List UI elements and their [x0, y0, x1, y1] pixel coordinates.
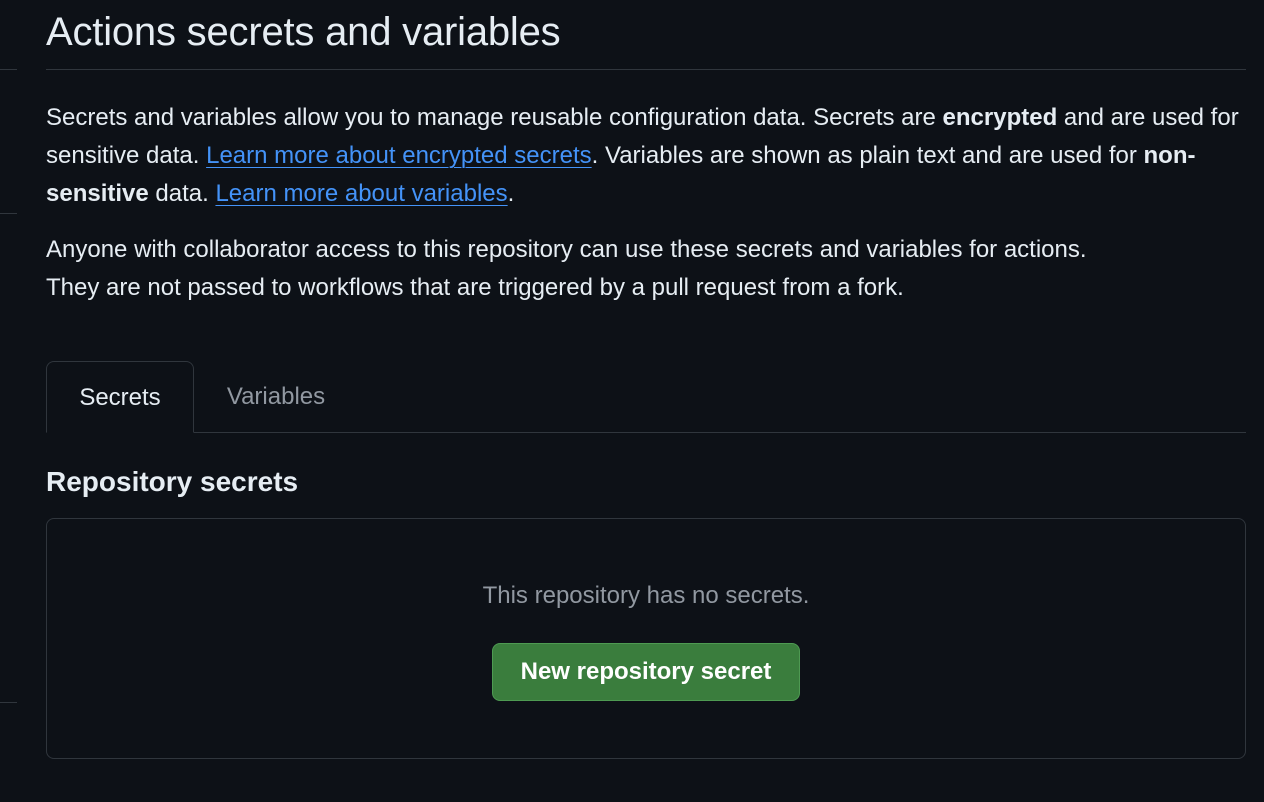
secrets-empty-state: This repository has no secrets. New repo…	[46, 518, 1246, 759]
sidebar-divider	[0, 702, 17, 703]
intro-text: data.	[148, 180, 216, 207]
sidebar-divider	[0, 69, 17, 70]
intro-text: Secrets and variables allow you to manag…	[46, 104, 943, 131]
tab-variables[interactable]: Variables	[194, 361, 358, 432]
repository-secrets-heading: Repository secrets	[46, 466, 299, 497]
note-line: They are not passed to workflows that ar…	[46, 274, 904, 301]
new-repository-secret-button[interactable]: New repository secret	[492, 643, 800, 701]
learn-more-variables-link[interactable]: Learn more about variables	[215, 180, 507, 207]
page-title: Actions secrets and variables	[46, 0, 1246, 70]
tab-secrets[interactable]: Secrets	[46, 361, 194, 433]
intro-text: .	[507, 180, 515, 207]
intro-description: Secrets and variables allow you to manag…	[46, 99, 1246, 213]
note-line: Anyone with collaborator access to this …	[46, 236, 1087, 263]
empty-state-message: This repository has no secrets.	[482, 582, 810, 609]
learn-more-secrets-link[interactable]: Learn more about encrypted secrets	[206, 142, 592, 169]
main-content: Actions secrets and variables Secrets an…	[46, 0, 1246, 759]
intro-emphasis-encrypted: encrypted	[942, 104, 1058, 131]
sidebar-divider	[0, 213, 17, 214]
sidebar-edge	[0, 0, 18, 802]
collaborator-note: Anyone with collaborator access to this …	[46, 231, 1246, 307]
intro-text: . Variables are shown as plain text and …	[591, 142, 1144, 169]
tab-bar: Secrets Variables	[46, 361, 1246, 433]
